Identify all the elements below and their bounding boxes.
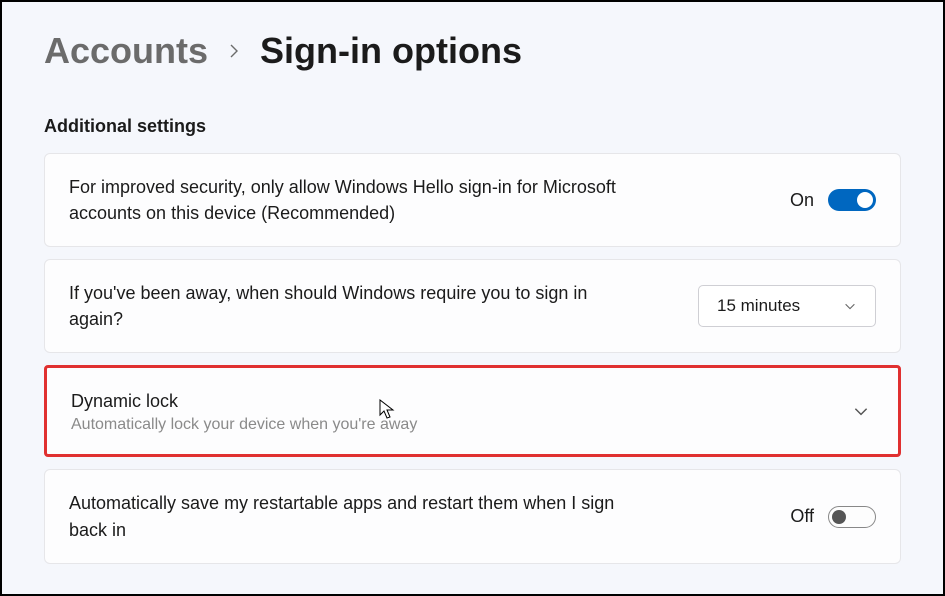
chevron-down-icon bbox=[852, 402, 874, 420]
setting-dynamic-lock[interactable]: Dynamic lock Automatically lock your dev… bbox=[44, 365, 901, 457]
setting-restart-apps: Automatically save my restartable apps a… bbox=[44, 469, 901, 563]
dropdown-value: 15 minutes bbox=[717, 296, 800, 316]
setting-title: Automatically save my restartable apps a… bbox=[69, 490, 629, 542]
chevron-right-icon bbox=[226, 43, 242, 59]
chevron-down-icon bbox=[843, 299, 857, 313]
breadcrumb: Accounts Sign-in options bbox=[44, 30, 901, 72]
toggle-windows-hello[interactable] bbox=[828, 189, 876, 211]
setting-subtitle: Automatically lock your device when you'… bbox=[71, 416, 828, 434]
toggle-state-label: On bbox=[790, 190, 814, 211]
setting-title: For improved security, only allow Window… bbox=[69, 174, 629, 226]
toggle-restart-apps[interactable] bbox=[828, 506, 876, 528]
setting-windows-hello: For improved security, only allow Window… bbox=[44, 153, 901, 247]
setting-require-signin: If you've been away, when should Windows… bbox=[44, 259, 901, 353]
section-heading: Additional settings bbox=[44, 116, 901, 137]
settings-page: Accounts Sign-in options Additional sett… bbox=[2, 2, 943, 564]
toggle-state-label: Off bbox=[790, 506, 814, 527]
require-signin-dropdown[interactable]: 15 minutes bbox=[698, 285, 876, 327]
breadcrumb-prev[interactable]: Accounts bbox=[44, 30, 208, 72]
page-title: Sign-in options bbox=[260, 30, 522, 72]
setting-title: Dynamic lock bbox=[71, 388, 828, 414]
setting-title: If you've been away, when should Windows… bbox=[69, 280, 629, 332]
